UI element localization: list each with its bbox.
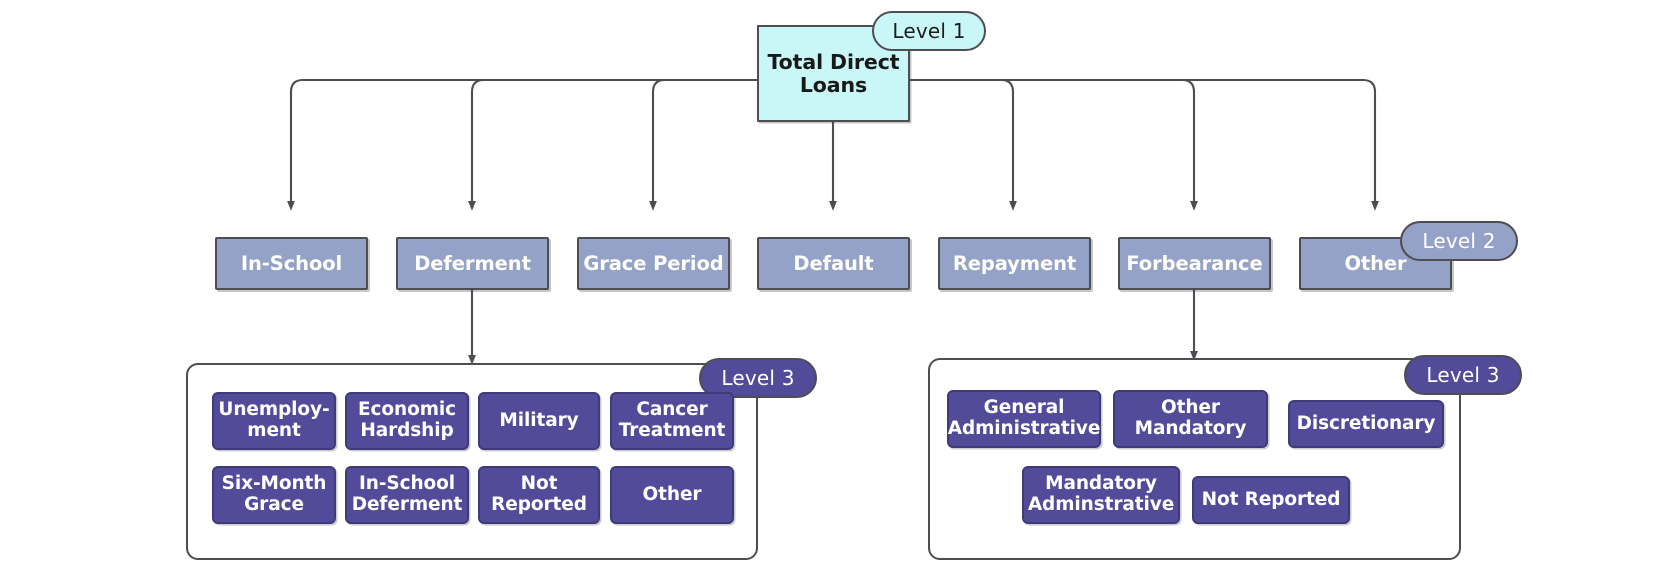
- node-label: Deferment: [414, 251, 531, 275]
- node-general-administrative[interactable]: General Administrative: [947, 390, 1101, 448]
- node-label: Not Reported: [1201, 488, 1341, 511]
- node-label-line1: Cancer: [636, 399, 708, 421]
- node-label-line1: Six-Month: [221, 473, 327, 495]
- node-label: Grace Period: [583, 251, 724, 275]
- node-label: Other Mandatory: [1135, 398, 1247, 439]
- node-label-line1: Economic: [358, 399, 456, 421]
- node-other-deferment[interactable]: Other: [610, 466, 734, 524]
- node-in-school[interactable]: In-School: [215, 237, 368, 290]
- node-repayment[interactable]: Repayment: [938, 237, 1091, 290]
- node-label: General Administrative: [948, 398, 1101, 439]
- node-label-line2: ment: [247, 420, 301, 441]
- node-label: In-School: [240, 251, 343, 275]
- node-discretionary[interactable]: Discretionary: [1288, 400, 1444, 448]
- node-label: Mandatory Adminstrative: [1028, 474, 1174, 515]
- node-label-line2: Loans: [799, 72, 868, 97]
- node-six-month-grace[interactable]: Six-Month Grace: [212, 466, 336, 524]
- badge-level-2: Level 2: [1400, 221, 1518, 261]
- node-unemployment[interactable]: Unemploy- ment: [212, 392, 336, 450]
- node-label-line1: Unemploy-: [218, 399, 330, 421]
- node-cancer-treatment[interactable]: Cancer Treatment: [610, 392, 734, 450]
- node-label: Military: [499, 409, 579, 432]
- node-label-line2: Mandatory: [1134, 418, 1247, 439]
- node-label-line2: Grace: [244, 494, 304, 515]
- node-label-line1: Mandatory: [1045, 473, 1157, 495]
- node-not-reported-deferment[interactable]: Not Reported: [478, 466, 600, 524]
- node-not-reported-forbearance[interactable]: Not Reported: [1192, 476, 1350, 524]
- node-label: Repayment: [952, 251, 1077, 275]
- node-label: Unemploy- ment: [218, 400, 329, 441]
- node-forbearance[interactable]: Forbearance: [1118, 237, 1271, 290]
- node-in-school-deferment[interactable]: In-School Deferment: [345, 466, 469, 524]
- badge-level-1: Level 1: [872, 11, 986, 51]
- node-deferment[interactable]: Deferment: [396, 237, 549, 290]
- node-label-line2: Reported: [491, 494, 587, 515]
- node-label: In-School Deferment: [352, 474, 463, 515]
- node-label-line1: Discretionary: [1296, 412, 1436, 434]
- badge-label: Level 1: [892, 19, 966, 43]
- node-label: Economic Hardship: [358, 400, 456, 441]
- node-label-line2: Administrative: [947, 418, 1101, 439]
- node-label: Discretionary: [1296, 412, 1436, 435]
- node-label-line2: Adminstrative: [1027, 494, 1175, 515]
- node-default[interactable]: Default: [757, 237, 910, 290]
- badge-level-3-forbearance: Level 3: [1404, 355, 1522, 395]
- badge-label: Level 2: [1422, 229, 1496, 253]
- node-label-line1: Military: [499, 409, 579, 431]
- badge-label: Level 3: [1426, 363, 1500, 387]
- node-other-mandatory[interactable]: Other Mandatory: [1113, 390, 1268, 448]
- node-label-line1: In-School: [358, 473, 456, 495]
- node-label: Other: [642, 483, 702, 506]
- node-label-line1: Not: [520, 473, 558, 495]
- node-label: Total Direct Loans: [767, 49, 900, 97]
- node-military[interactable]: Military: [478, 392, 600, 450]
- node-label: Six-Month Grace: [222, 474, 327, 515]
- node-label: Forbearance: [1126, 251, 1263, 275]
- node-label-line1: Not Reported: [1201, 488, 1341, 510]
- node-label-line2: Deferment: [351, 494, 463, 515]
- node-label-line1: Other: [642, 483, 702, 505]
- group-forbearance-level3: [928, 358, 1461, 560]
- node-label-line1: General: [983, 397, 1065, 419]
- node-grace-period[interactable]: Grace Period: [577, 237, 730, 290]
- node-label: Other: [1344, 251, 1407, 275]
- node-label: Not Reported: [491, 474, 587, 515]
- node-mandatory-adminstrative[interactable]: Mandatory Adminstrative: [1022, 466, 1180, 524]
- loan-status-hierarchy-diagram: Total Direct Loans Level 1 In-School Def…: [0, 0, 1679, 580]
- node-label-line2: Treatment: [618, 420, 726, 441]
- badge-label: Level 3: [721, 366, 795, 390]
- node-label-line1: Other: [1161, 397, 1220, 419]
- node-label-line1: Total Direct: [767, 49, 900, 74]
- node-label-line2: Hardship: [360, 420, 454, 441]
- node-label: Cancer Treatment: [619, 400, 726, 441]
- node-economic-hardship[interactable]: Economic Hardship: [345, 392, 469, 450]
- node-label: Default: [793, 251, 874, 275]
